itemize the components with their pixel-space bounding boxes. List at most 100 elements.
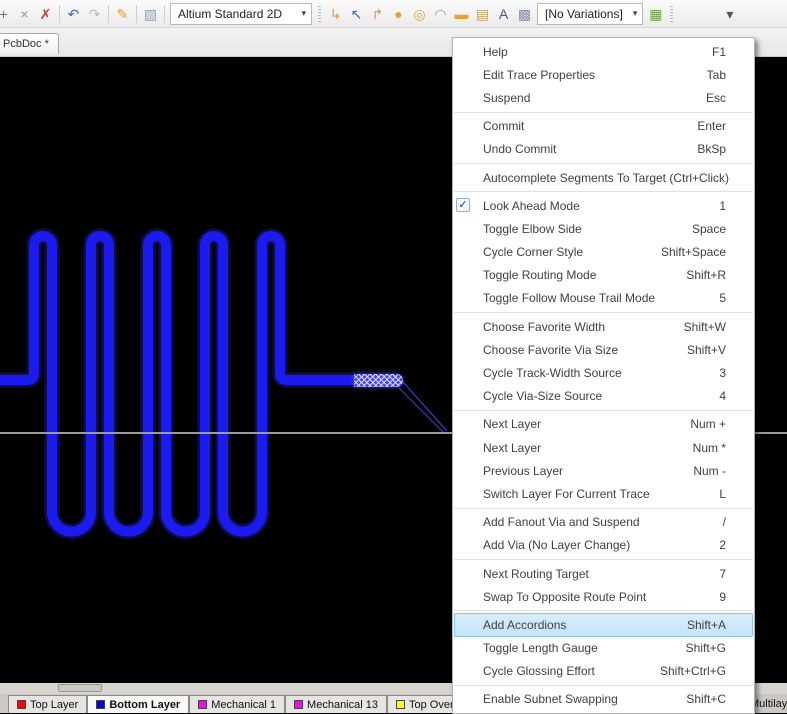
- menu-item-previous-layer[interactable]: Previous LayerNum -: [453, 459, 754, 482]
- menu-item-add-accordions[interactable]: Add Accordions Shift+A: [454, 613, 753, 636]
- toolbar-dropdown-caret-icon[interactable]: ▾: [719, 3, 740, 25]
- menu-item-commit[interactable]: CommitEnter: [453, 115, 754, 138]
- clear-snap-icon[interactable]: ✗: [35, 3, 56, 25]
- menu-item-add-via-no-layer-change[interactable]: Add Via (No Layer Change)2: [453, 534, 754, 557]
- menu-item-label: Next Layer: [483, 441, 541, 455]
- layer-tab-mechanical-1[interactable]: Mechanical 1: [189, 695, 285, 713]
- menu-item-label: Switch Layer For Current Trace: [483, 487, 650, 501]
- menu-item-label: Undo Commit: [483, 142, 556, 156]
- layer-tab-label: Mechanical 1: [211, 699, 276, 711]
- toolbar-separator: [59, 5, 60, 23]
- snap-point-icon[interactable]: ×: [14, 3, 35, 25]
- menu-item-shortcut: Shift+A: [675, 618, 726, 632]
- menu-item-choose-favorite-via-size[interactable]: Choose Favorite Via SizeShift+V: [453, 338, 754, 361]
- menu-item-help[interactable]: HelpF1: [453, 40, 754, 63]
- menu-item-shortcut: Shift+R: [674, 268, 726, 282]
- toolbar-grip[interactable]: [670, 6, 673, 22]
- menu-item-label: Commit: [483, 119, 524, 133]
- layer-tab-mechanical-13[interactable]: Mechanical 13: [285, 695, 387, 713]
- menu-item-autocomplete-segments-to-target-ctrl-click[interactable]: Autocomplete Segments To Target (Ctrl+Cl…: [453, 166, 754, 189]
- menu-item-label: Look Ahead Mode: [483, 199, 580, 213]
- chevron-down-icon[interactable]: ▾: [623, 8, 638, 19]
- menu-item-label: Choose Favorite Width: [483, 320, 605, 334]
- layer-tab-multilayer[interactable]: Multilayer: [750, 694, 787, 713]
- text-icon[interactable]: A: [493, 3, 514, 25]
- menu-item-shortcut: 9: [707, 590, 726, 604]
- menu-item-label: Add Accordions: [483, 618, 566, 632]
- menu-item-add-fanout-via-and-suspend[interactable]: Add Fanout Via and Suspend/: [453, 511, 754, 534]
- menu-item-cycle-glossing-effort[interactable]: Cycle Glossing EffortShift+Ctrl+G: [453, 660, 754, 683]
- menu-item-label: Edit Trace Properties: [483, 68, 595, 82]
- menu-item-next-layer[interactable]: Next LayerNum *: [453, 436, 754, 459]
- toolbar-grip[interactable]: [318, 6, 321, 22]
- menu-item-shortcut: Shift+Space: [649, 245, 726, 259]
- menu-item-label: Toggle Length Gauge: [483, 641, 598, 655]
- fill-icon[interactable]: ▬: [451, 3, 472, 25]
- menu-item-next-routing-target[interactable]: Next Routing Target7: [453, 562, 754, 585]
- layer-tab-bottom-layer[interactable]: Bottom Layer: [87, 695, 189, 713]
- checkmark-icon: ✓: [456, 198, 470, 212]
- menu-item-cycle-track-width-source[interactable]: Cycle Track-Width Source3: [453, 361, 754, 384]
- menu-separator: [454, 685, 753, 686]
- menu-item-swap-to-opposite-route-point[interactable]: Swap To Opposite Route Point9: [453, 585, 754, 608]
- menu-item-label: Enable Subnet Swapping: [483, 692, 618, 706]
- menu-item-undo-commit[interactable]: Undo CommitBkSp: [453, 138, 754, 161]
- array-icon[interactable]: ▤: [472, 3, 493, 25]
- main-toolbar: +×✗ ↶↷ ✎ ▧ Altium Standard 2D ▾ ↳↖↱●◎◠▬▤A▩[No …: [0, 0, 787, 28]
- interactive-route-icon[interactable]: ↳: [325, 3, 346, 25]
- component-icon[interactable]: ▩: [514, 3, 535, 25]
- menu-item-shortcut: Tab: [695, 68, 726, 82]
- menu-separator: [454, 163, 753, 164]
- crosshair-icon[interactable]: +: [0, 3, 14, 25]
- menu-item-toggle-elbow-side[interactable]: Toggle Elbow SideSpace: [453, 217, 754, 240]
- menu-item-cycle-corner-style[interactable]: Cycle Corner StyleShift+Space: [453, 241, 754, 264]
- menu-item-next-layer[interactable]: Next LayerNum +: [453, 413, 754, 436]
- layer-tab-top-layer[interactable]: Top Layer: [8, 695, 87, 713]
- horizontal-scrollbar-thumb[interactable]: [58, 684, 102, 692]
- layer-tab-label: Multilayer: [750, 698, 787, 710]
- menu-item-label: Cycle Track-Width Source: [483, 366, 622, 380]
- menu-item-toggle-follow-mouse-trail-mode[interactable]: Toggle Follow Mouse Trail Mode5: [453, 287, 754, 310]
- menu-item-shortcut: Num +: [678, 417, 726, 431]
- arc-icon[interactable]: ◠: [430, 3, 451, 25]
- document-tab-pcbdoc[interactable]: PcbDoc *: [0, 33, 59, 54]
- menu-item-label: Add Fanout Via and Suspend: [483, 515, 640, 529]
- diff-pair-route-icon[interactable]: ↱: [367, 3, 388, 25]
- menu-item-edit-trace-properties[interactable]: Edit Trace Properties Tab: [453, 63, 754, 86]
- menu-item-toggle-routing-mode[interactable]: Toggle Routing Mode Shift+R: [453, 264, 754, 287]
- menu-item-label: Suspend: [483, 91, 530, 105]
- wand-icon[interactable]: ✎: [112, 3, 133, 25]
- layer-tab-label: Bottom Layer: [109, 699, 180, 711]
- menu-item-cycle-via-size-source[interactable]: Cycle Via-Size Source4: [453, 385, 754, 408]
- menu-item-choose-favorite-width[interactable]: Choose Favorite WidthShift+W: [453, 315, 754, 338]
- menu-item-switch-layer-for-current-trace[interactable]: Switch Layer For Current Trace L: [453, 482, 754, 505]
- via-icon[interactable]: ◎: [409, 3, 430, 25]
- menu-item-label: Toggle Routing Mode: [483, 268, 596, 282]
- toolbar-items: +×✗ ↶↷ ✎ ▧ Altium Standard 2D ▾ ↳↖↱●◎◠▬▤A▩[No …: [0, 3, 785, 25]
- menu-item-enable-subnet-swapping[interactable]: Enable Subnet SwappingShift+C: [453, 688, 754, 711]
- undo-icon[interactable]: ↶: [63, 3, 84, 25]
- menu-item-shortcut: 4: [707, 389, 726, 403]
- layer-tab-label: Mechanical 13: [307, 699, 378, 711]
- redo-icon[interactable]: ↷: [84, 3, 105, 25]
- layer-color-swatch: [396, 700, 405, 709]
- snapshot-icon[interactable]: ▧: [140, 3, 161, 25]
- menu-item-shortcut: Shift+G: [674, 641, 726, 655]
- variations-combo[interactable]: [No Variations]▾: [537, 3, 643, 25]
- route-arrow-icon[interactable]: ↖: [346, 3, 367, 25]
- menu-item-toggle-length-gauge[interactable]: Toggle Length Gauge Shift+G: [453, 637, 754, 660]
- menu-separator: [454, 191, 753, 192]
- chevron-down-icon[interactable]: ▾: [291, 8, 306, 19]
- menu-item-shortcut: 2: [707, 538, 726, 552]
- menu-separator: [454, 312, 753, 313]
- menu-item-shortcut: Num -: [681, 464, 726, 478]
- variant-chip-icon[interactable]: ▦: [645, 3, 666, 25]
- menu-item-shortcut: L: [707, 487, 726, 501]
- view-mode-combo[interactable]: Altium Standard 2D ▾: [170, 3, 312, 25]
- menu-separator: [454, 112, 753, 113]
- menu-item-label: Toggle Elbow Side: [483, 222, 582, 236]
- view-mode-combo-value: Altium Standard 2D: [178, 7, 282, 21]
- menu-item-look-ahead-mode[interactable]: ✓Look Ahead Mode1: [453, 194, 754, 217]
- pad-icon[interactable]: ●: [388, 3, 409, 25]
- menu-item-suspend[interactable]: SuspendEsc: [453, 86, 754, 109]
